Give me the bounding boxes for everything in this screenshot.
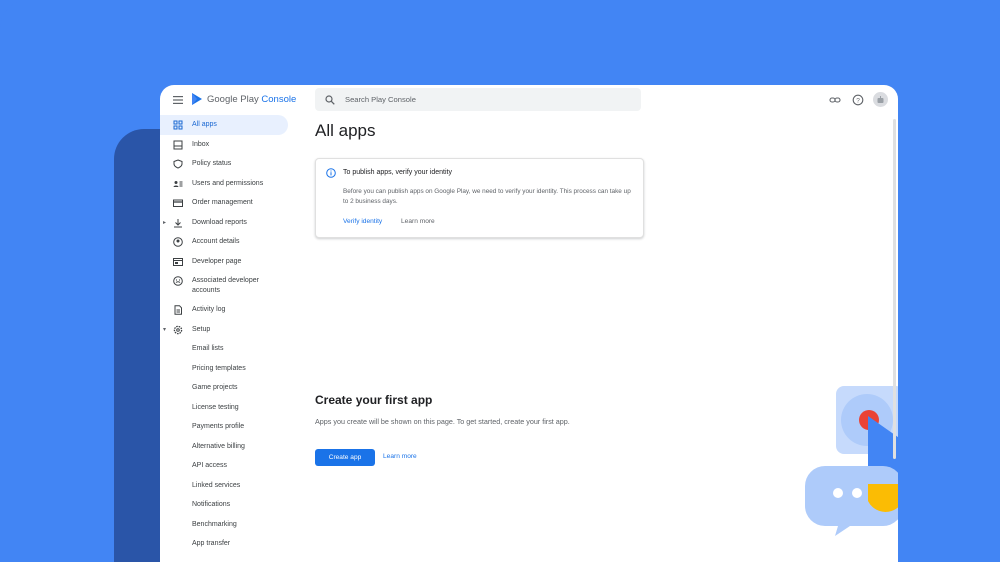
banner-title: To publish apps, verify your identity [343, 169, 452, 176]
sidebar-item-policy-status[interactable]: Policy status [160, 154, 290, 174]
card-icon [173, 199, 183, 207]
sidebar-item-payments-profile[interactable]: Payments profile [160, 417, 290, 437]
sidebar-item-order-management[interactable]: Order management [160, 193, 290, 213]
sidebar-item-label: API access [192, 462, 228, 470]
sidebar-item-game-projects[interactable]: Game projects [160, 378, 290, 398]
sidebar-item-download-reports[interactable]: ▸ Download reports [160, 213, 290, 233]
sidebar-item-email-lists[interactable]: Email lists [160, 339, 290, 359]
link-icon[interactable] [829, 94, 841, 106]
sidebar-item-app-transfer[interactable]: App transfer [160, 534, 290, 554]
sidebar-item-label: Inbox [192, 140, 210, 148]
sidebar-item-inbox[interactable]: Inbox [160, 135, 290, 155]
sidebar-item-label: Download reports [192, 218, 247, 226]
empty-state-body: Apps you create will be shown on this pa… [315, 417, 570, 426]
sidebar-item-notifications[interactable]: Notifications [160, 495, 290, 515]
sidebar-item-activity-log[interactable]: Activity log [160, 300, 290, 320]
sidebar-item-api-access[interactable]: API access [160, 456, 290, 476]
app-window: Google Play Console ? [160, 85, 898, 562]
sidebar-item-benchmarking[interactable]: Benchmarking [160, 515, 290, 535]
chevron-right-icon[interactable]: ▸ [163, 219, 166, 226]
sidebar-item-label: Linked services [192, 481, 241, 489]
robot-icon [877, 96, 884, 103]
sidebar-item-pricing-templates[interactable]: Pricing templates [160, 359, 290, 379]
banner-learn-more-link[interactable]: Learn more [401, 218, 435, 225]
sidebar-item-account-details[interactable]: Account details [160, 232, 290, 252]
sidebar-nav: All apps Inbox Policy status Users and p… [160, 115, 290, 554]
account-avatar[interactable] [873, 92, 888, 107]
sidebar-item-label: Game projects [192, 384, 238, 392]
sidebar-item-label: App transfer [192, 540, 231, 548]
sidebar-item-label: Users and permissions [192, 179, 264, 187]
main-content: All apps To publish apps, verify your id… [315, 121, 898, 536]
gear-icon [173, 325, 183, 334]
sidebar-item-alternative-billing[interactable]: Alternative billing [160, 437, 290, 457]
sidebar-item-all-apps[interactable]: All apps [160, 115, 288, 135]
verify-identity-banner: To publish apps, verify your identity Be… [315, 158, 644, 238]
empty-state-learn-more-link[interactable]: Learn more [383, 453, 417, 460]
sidebar-item-license-testing[interactable]: License testing [160, 398, 290, 418]
sidebar-item-label: Alternative billing [192, 442, 245, 450]
sidebar-item-label: Setup [192, 325, 211, 333]
menu-icon[interactable] [172, 94, 184, 106]
search-bar[interactable] [315, 88, 641, 111]
verify-identity-link[interactable]: Verify identity [343, 218, 382, 225]
sidebar-item-label: Developer page [192, 257, 242, 265]
page-title: All apps [315, 121, 376, 140]
sidebar-item-label: Payments profile [192, 423, 245, 431]
grid-icon [173, 120, 183, 130]
inbox-icon [173, 140, 183, 149]
play-console-logo[interactable]: Google Play Console [191, 92, 296, 106]
sidebar-item-label: Policy status [192, 160, 232, 168]
sidebar-item-label: Email lists [192, 345, 224, 353]
sidebar-item-label: Notifications [192, 501, 231, 509]
empty-state-title: Create your first app [315, 393, 433, 407]
download-icon [174, 218, 182, 227]
shield-icon [173, 159, 183, 169]
sidebar-item-label: Associated developer accounts [192, 277, 259, 294]
sidebar-item-label: All apps [192, 121, 217, 129]
sidebar-item-label: License testing [192, 403, 239, 411]
search-input[interactable] [345, 95, 625, 104]
empty-state-illustration [805, 386, 898, 536]
web-page-icon [173, 257, 183, 266]
sidebar-item-linked-services[interactable]: Linked services [160, 476, 290, 496]
sidebar-item-associated-accounts[interactable]: Associated developer accounts [160, 271, 290, 300]
logo-text: Google Play Console [207, 93, 297, 105]
sidebar-item-label: Activity log [192, 306, 226, 314]
top-bar: Google Play Console ? [160, 85, 898, 117]
sidebar-item-label: Pricing templates [192, 364, 246, 372]
svg-text:?: ? [856, 97, 860, 104]
account-circle-icon [173, 237, 183, 247]
play-logo-icon [192, 93, 202, 105]
chevron-down-icon[interactable]: ▾ [163, 326, 166, 333]
sidebar-item-label: Benchmarking [192, 520, 237, 528]
smile-icon [173, 276, 183, 286]
sidebar-item-label: Account details [192, 238, 240, 246]
help-icon[interactable]: ? [852, 94, 864, 106]
info-icon [326, 168, 336, 178]
banner-body: Before you can publish apps on Google Pl… [343, 188, 631, 205]
sidebar-item-users-permissions[interactable]: Users and permissions [160, 174, 290, 194]
document-icon [174, 305, 182, 315]
scrollbar[interactable] [893, 119, 896, 459]
sidebar-item-setup[interactable]: ▾ Setup [160, 320, 290, 340]
search-icon [325, 94, 335, 105]
people-icon [173, 180, 183, 187]
sidebar-item-label: Order management [192, 199, 253, 207]
sidebar-item-developer-page[interactable]: Developer page [160, 252, 290, 272]
create-app-button[interactable]: Create app [315, 449, 375, 466]
